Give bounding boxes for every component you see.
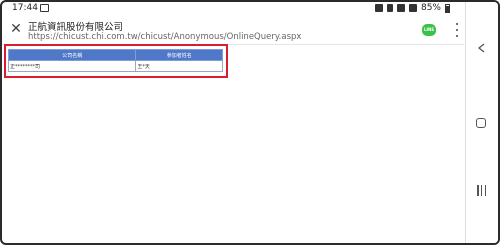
back-icon[interactable] bbox=[478, 43, 485, 53]
image-icon bbox=[40, 4, 49, 12]
browser-toolbar: ✕ 正航資訊股份有限公司 https://chicust.chi.com.tw/… bbox=[2, 16, 464, 44]
home-icon[interactable] bbox=[476, 118, 486, 128]
status-bar: 17:44 85% bbox=[2, 2, 464, 16]
device-frame: 17:44 85% ✕ 正航資訊股份有限公司 https://chicust.c… bbox=[0, 0, 500, 245]
signal-icon bbox=[408, 4, 417, 12]
mute-icon bbox=[386, 4, 393, 12]
alarm-icon bbox=[374, 4, 383, 12]
recent-apps-icon[interactable] bbox=[477, 185, 486, 196]
header-participant-name: 參加者姓名 bbox=[135, 49, 223, 61]
header-company-name: 公司名稱 bbox=[7, 49, 137, 61]
line-share-button[interactable]: LINE bbox=[422, 24, 436, 36]
status-time: 17:44 bbox=[12, 3, 38, 13]
cell-participant-name: 王*天 bbox=[135, 60, 223, 72]
status-icons: 85% bbox=[374, 3, 450, 13]
table-row: 正********司 王*天 bbox=[7, 60, 223, 72]
close-icon[interactable]: ✕ bbox=[8, 21, 24, 37]
cell-company-name: 正********司 bbox=[7, 60, 137, 72]
battery-icon bbox=[445, 3, 450, 13]
more-vert-icon[interactable] bbox=[453, 22, 461, 38]
wifi-icon bbox=[396, 4, 405, 12]
table-header-row: 公司名稱 參加者姓名 bbox=[7, 49, 223, 61]
page-title: 正航資訊股份有限公司 bbox=[28, 22, 124, 33]
battery-percent: 85% bbox=[420, 3, 441, 13]
page-url[interactable]: https://chicust.chi.com.tw/chicust/Anony… bbox=[28, 32, 301, 42]
query-result-table: 公司名稱 參加者姓名 正********司 王*天 bbox=[7, 49, 223, 72]
